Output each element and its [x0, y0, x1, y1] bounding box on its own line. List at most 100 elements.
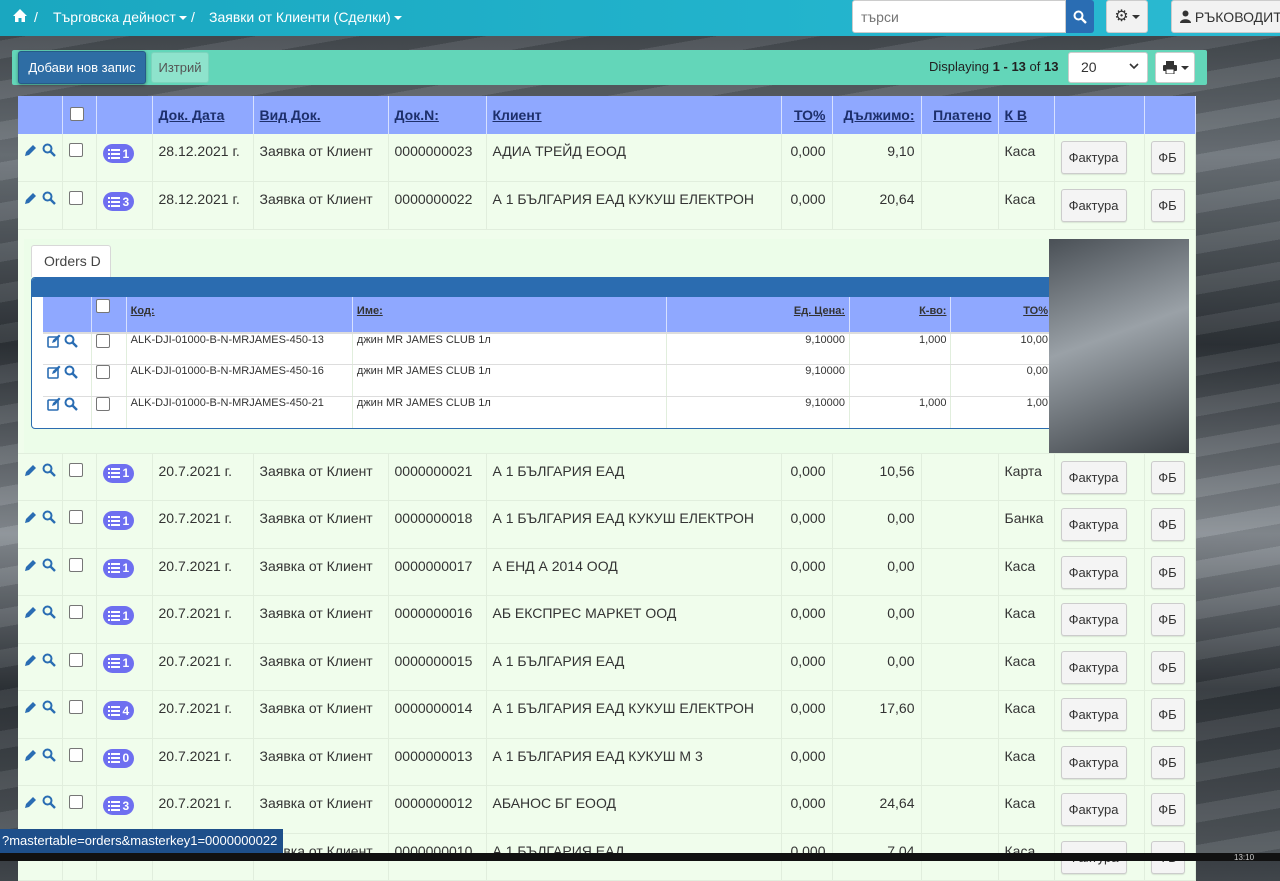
row-checkbox[interactable]: [68, 605, 83, 619]
detail-row-checkbox[interactable]: [96, 365, 111, 379]
table-row[interactable]: 1 28.12.2021 г. Заявка от Клиент 0000000…: [18, 134, 1196, 182]
invoice-button[interactable]: Фактура: [1060, 555, 1127, 589]
invoice-button[interactable]: Фактура: [1060, 189, 1127, 222]
row-checkbox[interactable]: [68, 143, 83, 157]
detail-count-badge[interactable]: 1: [102, 606, 135, 625]
fb-button[interactable]: ФБ: [1150, 555, 1185, 589]
row-checkbox[interactable]: [68, 700, 83, 714]
pencil-icon[interactable]: [23, 748, 38, 766]
add-record-button[interactable]: Добави нов запис: [18, 51, 146, 84]
row-checkbox[interactable]: [68, 747, 83, 762]
detail-col-qty[interactable]: К-во:: [849, 296, 952, 334]
col-kv[interactable]: К В: [998, 96, 1055, 134]
fb-button[interactable]: ФБ: [1150, 508, 1185, 541]
magnifier-icon[interactable]: [42, 700, 56, 717]
delete-button[interactable]: Изтрий: [151, 52, 209, 83]
fb-button[interactable]: ФБ: [1150, 141, 1185, 174]
row-checkbox[interactable]: [68, 510, 83, 524]
edit-square-icon[interactable]: [47, 334, 61, 351]
col-type[interactable]: Вид Док.: [253, 96, 389, 134]
print-button[interactable]: [1155, 52, 1195, 83]
magnifier-icon[interactable]: [42, 748, 56, 765]
table-row[interactable]: 1 20.7.2021 г. Заявка от Клиент 00000000…: [18, 643, 1196, 691]
table-row[interactable]: 0 20.7.2021 г. Заявка от Клиент 00000000…: [18, 738, 1196, 786]
pencil-icon[interactable]: [23, 143, 38, 161]
detail-count-badge[interactable]: 4: [102, 701, 135, 720]
detail-item-row[interactable]: ALK-DJI-01000-B-N-MRJAMES-450-13 джин MR…: [43, 332, 1053, 365]
tab-orders-d[interactable]: Orders D: [31, 244, 111, 277]
magnifier-icon[interactable]: [42, 510, 56, 527]
fb-button[interactable]: ФБ: [1150, 698, 1185, 731]
magnifier-icon[interactable]: [42, 605, 56, 622]
invoice-button[interactable]: Фактура: [1060, 460, 1127, 494]
magnifier-icon[interactable]: [42, 463, 56, 480]
table-row[interactable]: 3 20.7.2021 г. Заявка от Клиент 00000000…: [18, 785, 1196, 834]
select-all-checkbox[interactable]: [69, 106, 84, 121]
breadcrumb-trade[interactable]: Търговска дейност: [53, 9, 187, 25]
col-num[interactable]: Док.N:: [388, 96, 487, 134]
magnifier-icon[interactable]: [42, 558, 56, 575]
table-row[interactable]: 1 20.7.2021 г. Заявка от Клиент 00000000…: [18, 548, 1196, 596]
detail-count-badge[interactable]: 3: [102, 796, 135, 815]
magnifier-icon[interactable]: [64, 397, 78, 414]
col-to[interactable]: ТО%: [781, 96, 833, 134]
fb-button[interactable]: ФБ: [1150, 650, 1185, 684]
fb-button[interactable]: ФБ: [1150, 189, 1185, 222]
magnifier-icon[interactable]: [42, 143, 56, 160]
invoice-button[interactable]: Фактура: [1060, 603, 1127, 636]
magnifier-icon[interactable]: [64, 334, 78, 351]
row-checkbox[interactable]: [68, 557, 83, 572]
detail-count-badge[interactable]: 0: [102, 748, 135, 768]
row-checkbox[interactable]: [68, 652, 83, 667]
detail-count-badge[interactable]: 1: [102, 653, 135, 673]
invoice-button[interactable]: Фактура: [1060, 508, 1127, 541]
magnifier-icon[interactable]: [42, 653, 56, 670]
fb-button[interactable]: ФБ: [1150, 745, 1185, 779]
fb-button[interactable]: ФБ: [1150, 603, 1185, 636]
invoice-button[interactable]: Фактура: [1060, 698, 1127, 731]
detail-item-row[interactable]: ALK-DJI-01000-B-N-MRJAMES-450-21 джин MR…: [43, 396, 1053, 428]
invoice-button[interactable]: Фактура: [1060, 650, 1127, 684]
invoice-button[interactable]: Фактура: [1060, 745, 1127, 779]
table-row[interactable]: 1 20.7.2021 г. Заявка от Клиент 00000000…: [18, 453, 1196, 501]
invoice-button[interactable]: Фактура: [1060, 793, 1127, 826]
detail-count-badge[interactable]: 1: [102, 511, 135, 530]
fb-button[interactable]: ФБ: [1150, 460, 1185, 494]
edit-square-icon[interactable]: [47, 397, 61, 414]
page-size-select[interactable]: 20: [1068, 52, 1148, 83]
search-button[interactable]: [1066, 0, 1094, 33]
detail-col-price[interactable]: Ед. Цена:: [666, 296, 851, 334]
table-row[interactable]: 4 20.7.2021 г. Заявка от Клиент 00000000…: [18, 690, 1196, 739]
pencil-icon[interactable]: [23, 558, 38, 576]
fb-button[interactable]: ФБ: [1150, 793, 1185, 826]
home-icon[interactable]: [12, 8, 28, 26]
detail-row-checkbox[interactable]: [96, 333, 111, 348]
magnifier-icon[interactable]: [64, 365, 78, 382]
detail-col-code[interactable]: Код:: [126, 296, 353, 334]
pencil-icon[interactable]: [23, 700, 38, 718]
detail-item-row[interactable]: ALK-DJI-01000-B-N-MRJAMES-450-16 джин MR…: [43, 364, 1053, 397]
col-client[interactable]: Клиент: [486, 96, 782, 134]
settings-dropdown[interactable]: ⚙: [1106, 0, 1148, 33]
pencil-icon[interactable]: [23, 463, 38, 481]
pencil-icon[interactable]: [23, 605, 38, 623]
table-row[interactable]: 1 20.7.2021 г. Заявка от Клиент 00000000…: [18, 595, 1196, 644]
pencil-icon[interactable]: [23, 795, 38, 813]
detail-count-badge[interactable]: 3: [102, 192, 135, 211]
table-row[interactable]: 1 20.7.2021 г. Заявка от Клиент 00000000…: [18, 500, 1196, 549]
col-paid[interactable]: Платено: [921, 96, 999, 134]
magnifier-icon[interactable]: [42, 191, 56, 208]
col-date[interactable]: Док. Дата: [152, 96, 254, 134]
breadcrumb-orders[interactable]: Заявки от Клиенти (Сделки): [209, 9, 402, 25]
user-menu-button[interactable]: РЪКОВОДИТ: [1171, 0, 1280, 33]
detail-col-to[interactable]: ТО%: [950, 296, 1053, 334]
table-row[interactable]: 3 28.12.2021 г. Заявка от Клиент 0000000…: [18, 181, 1196, 230]
detail-count-badge[interactable]: 1: [102, 463, 135, 483]
edit-square-icon[interactable]: [47, 365, 61, 382]
detail-count-badge[interactable]: 1: [102, 144, 135, 163]
detail-col-name[interactable]: Име:: [352, 296, 668, 334]
detail-row-checkbox[interactable]: [96, 397, 111, 411]
row-checkbox[interactable]: [68, 191, 83, 205]
col-owed[interactable]: Дължимо:: [832, 96, 922, 134]
pencil-icon[interactable]: [23, 510, 38, 528]
